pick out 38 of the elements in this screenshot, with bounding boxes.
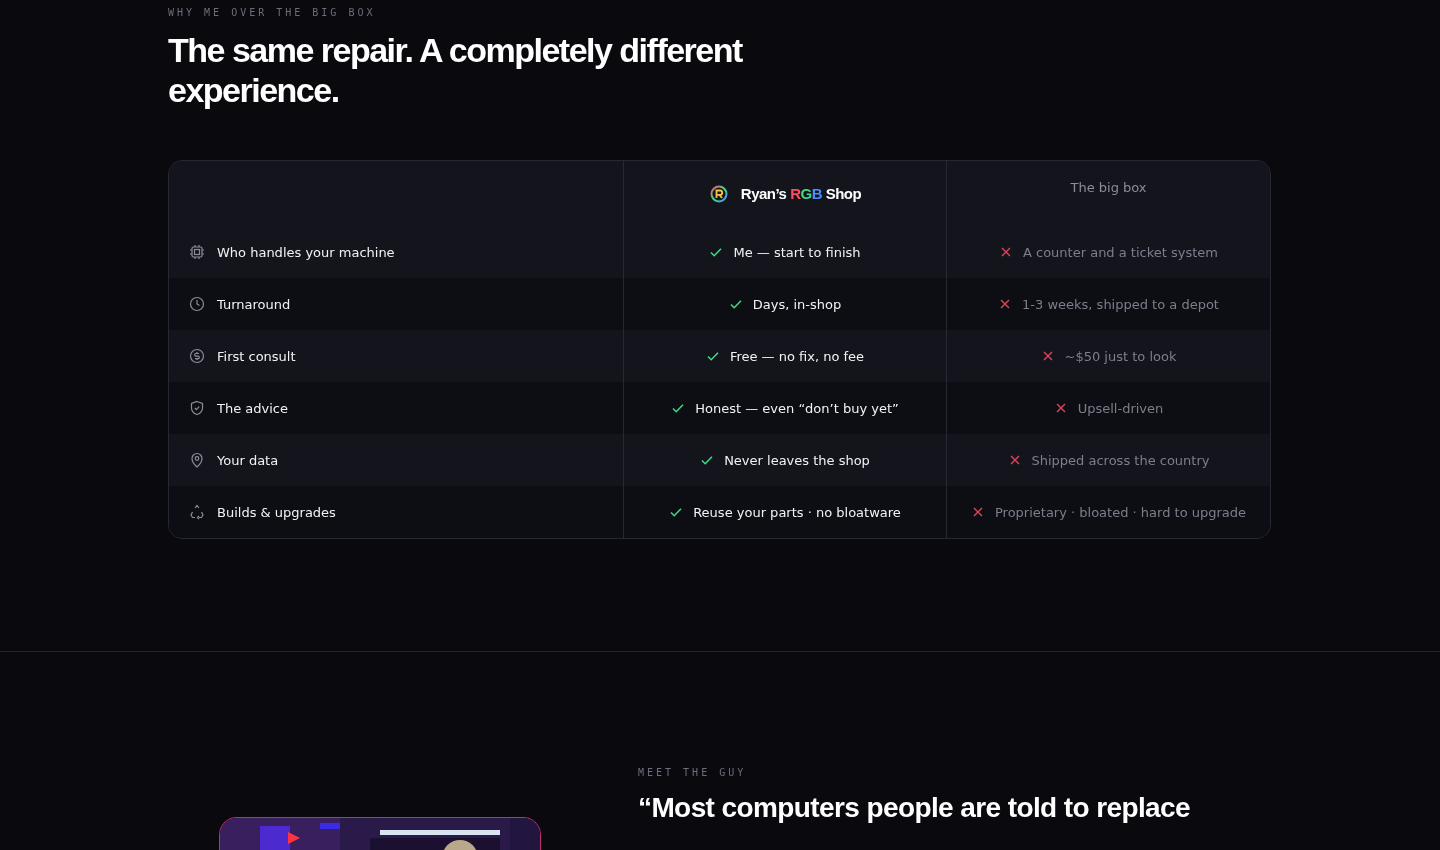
row-label: First consult (217, 348, 296, 364)
location-pin-icon (189, 452, 205, 468)
shop-value: Me — start to finish (733, 244, 861, 260)
check-icon (671, 401, 686, 415)
shop-value: Days, in-shop (752, 296, 842, 312)
competitor-value: 1-3 weeks, shipped to a depot (1022, 296, 1219, 312)
shop-value: Free — no fix, no fee (729, 348, 865, 364)
section-eyebrow: MEET THE GUY (638, 767, 747, 778)
row-label: Who handles your machine (217, 244, 395, 260)
competitor-value: A counter and a ticket system (1023, 244, 1218, 260)
row-label: Builds & upgrades (217, 504, 336, 520)
section-eyebrow: WHY ME OVER THE BIG BOX (168, 7, 376, 18)
check-icon (709, 245, 724, 259)
clock-icon (189, 296, 205, 312)
brand-name: Ryan’s RGB Shop (740, 185, 862, 202)
chip-icon (189, 244, 205, 260)
logo-icon (708, 183, 729, 204)
recycle-icon (189, 504, 205, 520)
cross-icon (999, 245, 1013, 259)
check-icon (669, 505, 684, 519)
shop-value: Honest — even “don’t buy yet” (695, 400, 899, 416)
competitor-value: Upsell-driven (1077, 400, 1164, 416)
row-label: Your data (217, 452, 279, 468)
shop-value: Never leaves the shop (724, 452, 870, 468)
check-icon (728, 297, 743, 311)
competitor-value: Proprietary · bloated · hard to upgrade (994, 504, 1247, 520)
quote-text: “Most computers people are told to replace (638, 792, 1191, 824)
check-icon (700, 453, 715, 467)
competitor-value: Shipped across the country (1031, 452, 1210, 468)
competitor-value: ~$50 just to look (1064, 348, 1177, 364)
dollar-icon (189, 348, 205, 364)
shield-icon (189, 400, 205, 416)
section-heading: The same repair. A completely different experience. (168, 30, 744, 110)
row-label: The advice (217, 400, 288, 416)
competitor-name: The big box (1070, 180, 1147, 195)
shop-value: Reuse your parts · no bloatware (693, 504, 901, 520)
row-label: Turnaround (217, 296, 291, 312)
check-icon (705, 349, 720, 363)
